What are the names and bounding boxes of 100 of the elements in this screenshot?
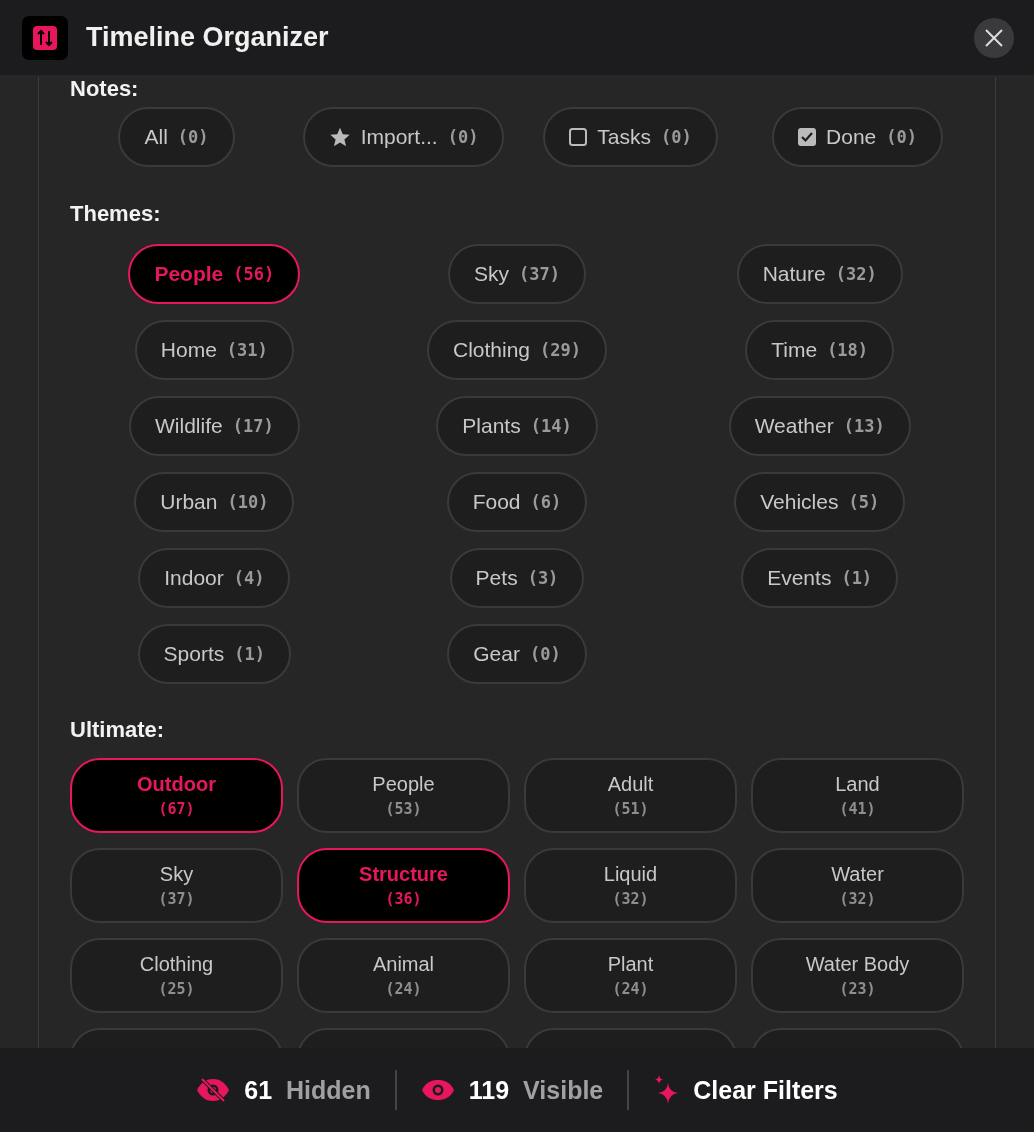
- filter-chip[interactable]: Sports (1): [137, 624, 292, 684]
- chip-label: Gear: [473, 642, 520, 666]
- filter-chip[interactable]: Time (18): [745, 320, 895, 380]
- eye-icon: [420, 1079, 455, 1101]
- chip-label: Vehicles: [760, 490, 839, 514]
- chip-count: (1): [234, 644, 266, 664]
- tile-count: (32): [612, 890, 649, 908]
- chip-label: Sports: [163, 642, 225, 666]
- filter-chip[interactable]: Weather (13): [728, 396, 911, 456]
- tile-label: Water Body: [805, 953, 910, 976]
- chip-count: (0): [529, 644, 561, 664]
- status-button[interactable]: Clear Filters: [629, 1075, 862, 1105]
- filter-tile[interactable]: Land (41): [751, 758, 964, 833]
- close-button[interactable]: [974, 17, 1014, 58]
- filter-chip[interactable]: Urban (10): [134, 472, 295, 532]
- section-heading: Notes:: [70, 77, 140, 101]
- eye-slash-icon: [196, 1078, 231, 1102]
- filter-chip[interactable]: Wildlife (17): [129, 396, 300, 456]
- filter-tile[interactable]: Water (32): [751, 848, 964, 923]
- filter-chip[interactable]: Import... (0): [302, 107, 505, 167]
- filter-tile[interactable]: Animal (24): [297, 938, 510, 1013]
- chip-count: (3): [527, 568, 559, 588]
- tile-count: (24): [612, 980, 649, 998]
- tile-label: Sky: [159, 863, 194, 886]
- chip-count: (13): [843, 416, 885, 436]
- status-label: Clear Filters: [693, 1075, 838, 1105]
- section-heading: Ultimate:: [70, 718, 166, 742]
- tile-count: (36): [385, 890, 422, 908]
- tile-count: (41): [839, 800, 876, 818]
- tile-label: Structure: [359, 863, 448, 886]
- tile-label: Water: [831, 863, 884, 886]
- chip-label: Nature: [762, 262, 826, 286]
- app-icon: [22, 15, 68, 60]
- chip-label: People: [154, 262, 224, 286]
- status-button[interactable]: 61 Hidden: [172, 1075, 395, 1105]
- chip-count: (18): [827, 340, 869, 360]
- chip-label: All: [144, 125, 168, 149]
- chip-count: (0): [447, 127, 479, 147]
- filter-chip[interactable]: Vehicles (5): [734, 472, 906, 532]
- filter-chip[interactable]: Plants (14): [436, 396, 598, 456]
- status-count: 119: [468, 1075, 510, 1105]
- filter-chip[interactable]: Indoor (4): [138, 548, 291, 608]
- chip-label: Tasks: [597, 125, 651, 149]
- filter-chip[interactable]: Nature (32): [736, 244, 903, 304]
- filter-tile[interactable]: Clothing (25): [70, 938, 283, 1013]
- filter-tile[interactable]: Structure (36): [297, 848, 510, 923]
- chip-label: Events: [767, 566, 832, 590]
- chip-label: Home: [160, 338, 217, 362]
- chip-count: (4): [233, 568, 265, 588]
- filter-chip[interactable]: Food (6): [446, 472, 588, 532]
- chip-count: (0): [886, 127, 917, 147]
- chip-count: (6): [530, 492, 562, 512]
- star-icon: [328, 126, 351, 148]
- chip-label: Wildlife: [155, 414, 223, 438]
- chip-label: Import...: [360, 125, 438, 149]
- status-label: Hidden: [286, 1075, 371, 1105]
- chip-count: (1): [841, 568, 873, 588]
- chip-label: Indoor: [164, 566, 224, 590]
- filter-chip[interactable]: Gear (0): [447, 624, 587, 684]
- filter-tile[interactable]: Liquid (32): [524, 848, 737, 923]
- filter-chip[interactable]: Events (1): [741, 548, 899, 608]
- chip-count: (29): [540, 340, 581, 360]
- status-button[interactable]: 119 Visible: [396, 1075, 628, 1105]
- tile-count: (51): [612, 800, 649, 818]
- chip-label: Food: [472, 490, 521, 514]
- tile-count: (24): [385, 980, 422, 998]
- chip-label: Clothing: [453, 338, 531, 362]
- chip-label: Plants: [462, 414, 521, 438]
- filter-chip[interactable]: Clothing (29): [427, 320, 607, 380]
- chip-count: (5): [848, 492, 880, 512]
- filter-chip[interactable]: Tasks (0): [543, 107, 718, 167]
- filter-chip[interactable]: People (56): [128, 244, 301, 304]
- filter-tile[interactable]: Sky (37): [70, 848, 283, 923]
- tile-label: Land: [835, 773, 880, 796]
- filter-chip[interactable]: Pets (3): [449, 548, 585, 608]
- tile-label: Outdoor: [137, 773, 216, 796]
- filter-chip[interactable]: All (0): [118, 107, 235, 167]
- status-label: Visible: [523, 1075, 604, 1105]
- tile-count: (32): [839, 890, 876, 908]
- tile-count: (23): [839, 980, 876, 998]
- filter-chip[interactable]: Done (0): [772, 107, 943, 167]
- chip-count: (32): [835, 264, 877, 284]
- tile-count: (67): [158, 800, 195, 818]
- section-heading: Themes:: [70, 202, 162, 226]
- tile-label: Animal: [372, 953, 435, 976]
- tile-count: (37): [158, 890, 195, 908]
- chip-count: (56): [233, 264, 275, 284]
- chip-label: Time: [771, 338, 818, 362]
- tile-count: (53): [385, 800, 422, 818]
- chip-count: (17): [232, 416, 274, 436]
- tile-count: (25): [158, 980, 195, 998]
- filter-tile[interactable]: Adult (51): [524, 758, 737, 833]
- filter-chip[interactable]: Sky (37): [448, 244, 586, 304]
- chip-count: (0): [177, 127, 209, 147]
- filter-tile[interactable]: Outdoor (67): [70, 758, 283, 833]
- filter-chip[interactable]: Home (31): [134, 320, 294, 380]
- filter-tile[interactable]: People (53): [297, 758, 510, 833]
- filter-tile[interactable]: Plant (24): [524, 938, 737, 1013]
- tile-label: Adult: [607, 773, 654, 796]
- filter-tile[interactable]: Water Body (23): [751, 938, 964, 1013]
